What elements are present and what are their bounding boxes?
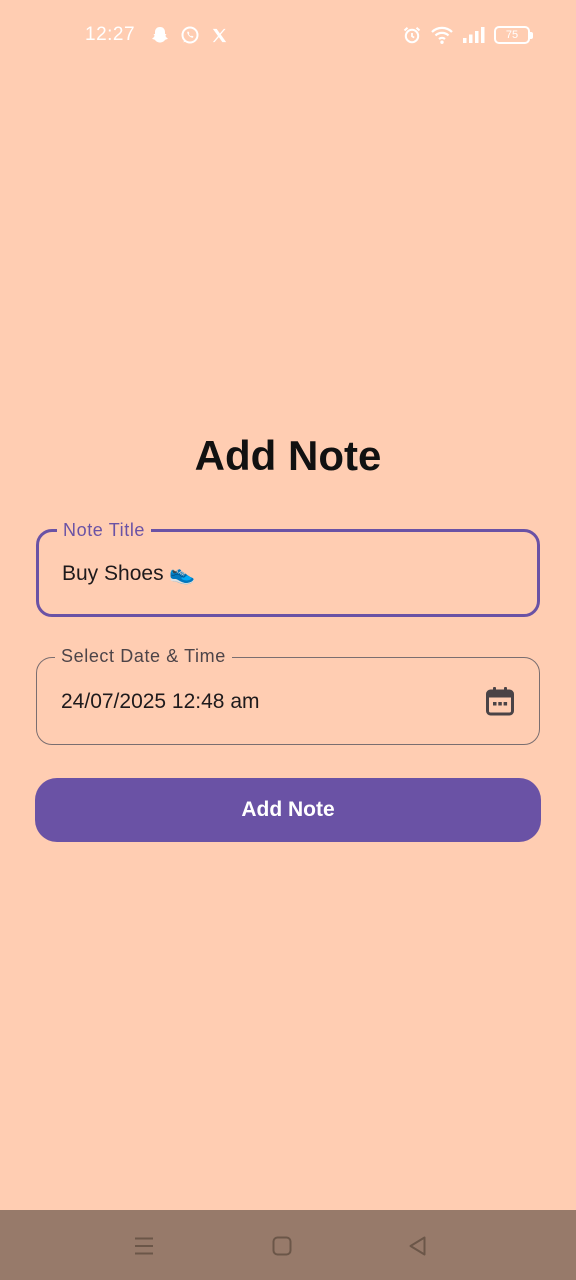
x-icon <box>210 26 229 45</box>
wifi-icon <box>430 25 454 45</box>
back-icon[interactable] <box>404 1232 432 1260</box>
home-icon[interactable] <box>268 1232 296 1260</box>
snapchat-icon <box>150 25 170 45</box>
status-time: 12:27 <box>85 24 136 45</box>
alarm-icon <box>402 25 422 45</box>
whatsapp-icon <box>180 25 200 45</box>
date-time-label: Select Date & Time <box>55 644 232 668</box>
battery-icon: 75 <box>494 26 533 44</box>
battery-level: 75 <box>505 28 519 41</box>
note-title-label: Note Title <box>57 518 152 542</box>
date-time-field[interactable]: Select Date & Time 24/07/2025 12:48 am <box>36 644 540 745</box>
page-title: Add Note <box>194 432 382 479</box>
note-title-input[interactable]: Buy Shoes 👟 <box>62 562 196 586</box>
calendar-icon[interactable] <box>483 684 517 718</box>
menu-icon[interactable] <box>130 1232 158 1260</box>
signal-icon <box>462 26 486 44</box>
notification-icons <box>150 25 229 45</box>
system-icons: 75 <box>402 25 533 45</box>
date-time-value[interactable]: 24/07/2025 12:48 am <box>61 690 260 714</box>
note-title-field[interactable]: Note Title Buy Shoes 👟 <box>36 518 540 617</box>
navigation-bar <box>0 1210 576 1280</box>
add-note-button[interactable]: Add Note <box>35 778 541 842</box>
status-bar: 12:27 75 <box>0 0 576 72</box>
